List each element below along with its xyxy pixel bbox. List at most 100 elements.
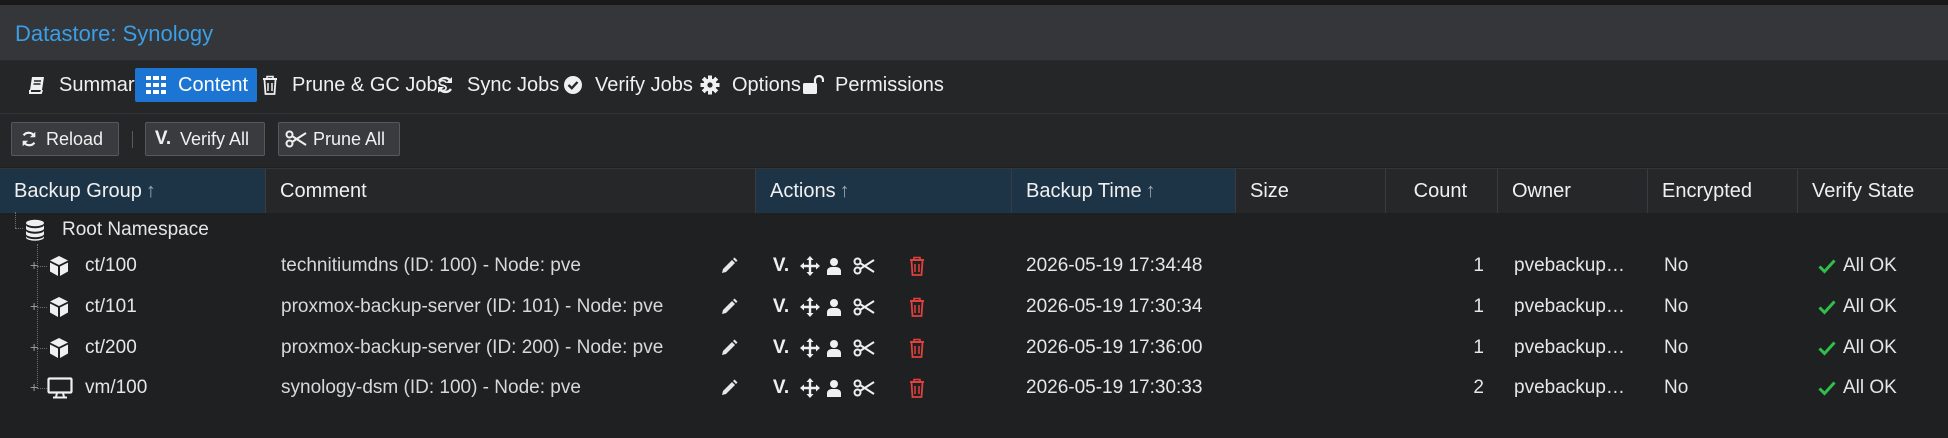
- change-owner-user-icon[interactable]: [823, 255, 845, 277]
- owner-value: pvebackup…: [1514, 296, 1625, 317]
- edit-comment-pencil-icon[interactable]: [718, 255, 740, 277]
- expand-plus-icon[interactable]: +: [30, 367, 38, 407]
- tree-connector: [37, 266, 47, 267]
- change-owner-user-icon[interactable]: [823, 337, 845, 359]
- database-icon: [24, 210, 46, 250]
- content-toolbar: Reload V. Verify All Prune All: [0, 114, 1948, 167]
- table-row[interactable]: + ct/200 proxmox-backup-server (ID: 200) -…: [0, 328, 1948, 368]
- check-icon: [1818, 246, 1836, 286]
- tab-prune-gc-jobs[interactable]: Prune & GC Jobs: [252, 68, 454, 102]
- move-icon[interactable]: [799, 337, 821, 359]
- sort-arrow-icon: ↑: [1145, 179, 1156, 202]
- page-title: Datastore: Synology: [15, 21, 214, 46]
- move-icon[interactable]: [799, 377, 821, 399]
- tab-bar: Summary Content Prune & GC Jobs Sync Job…: [0, 61, 1948, 114]
- owner-value: pvebackup…: [1514, 337, 1625, 358]
- tab-content[interactable]: Content: [135, 68, 258, 102]
- table-row[interactable]: + ct/101 proxmox-backup-server (ID: 101) -…: [0, 287, 1948, 327]
- verify-state-value: All OK: [1843, 255, 1897, 276]
- encrypted-value: No: [1664, 296, 1689, 317]
- toolbar-separator: [132, 131, 133, 148]
- prune-scissors-icon[interactable]: [853, 255, 875, 277]
- verify-all-label: Verify All: [180, 128, 250, 149]
- backup-group-name: vm/100: [85, 377, 148, 398]
- tab-label: Prune & GC Jobs: [292, 73, 448, 96]
- sort-arrow-icon: ↑: [145, 179, 156, 202]
- verify-all-button[interactable]: V. Verify All: [145, 122, 265, 156]
- verify-icon[interactable]: V.: [770, 377, 792, 399]
- edit-comment-pencil-icon[interactable]: [718, 337, 740, 359]
- expand-plus-icon[interactable]: +: [30, 245, 38, 285]
- edit-comment-pencil-icon[interactable]: [718, 377, 740, 399]
- move-icon[interactable]: [799, 255, 821, 277]
- column-verify-state[interactable]: Verify State: [1798, 169, 1948, 213]
- change-owner-user-icon[interactable]: [823, 296, 845, 318]
- tab-permissions[interactable]: Permissions: [795, 68, 950, 102]
- grid-header: Backup Group ↑ Comment Actions ↑ Backup Ti…: [0, 168, 1948, 213]
- prune-all-label: Prune All: [313, 128, 386, 149]
- check-icon: [1818, 287, 1836, 327]
- prune-all-button[interactable]: Prune All: [278, 122, 400, 156]
- edit-comment-pencil-icon[interactable]: [718, 296, 740, 318]
- trash-icon: [258, 74, 282, 96]
- tab-label: Verify Jobs: [595, 73, 693, 96]
- column-owner[interactable]: Owner: [1498, 169, 1648, 213]
- move-icon[interactable]: [799, 296, 821, 318]
- delete-trash-icon[interactable]: [906, 296, 928, 318]
- verify-icon[interactable]: V.: [770, 296, 792, 318]
- column-comment[interactable]: Comment: [266, 169, 756, 213]
- datastore-header: Datastore: Synology: [0, 5, 1948, 61]
- tab-sync-jobs[interactable]: Sync Jobs: [427, 68, 565, 102]
- book-icon: [25, 74, 49, 96]
- table-row[interactable]: + ct/100 technitiumdns (ID: 100) - Node: p…: [0, 246, 1948, 286]
- gear-icon: [698, 74, 722, 96]
- expand-plus-icon[interactable]: +: [30, 327, 38, 367]
- tab-label: Permissions: [835, 73, 944, 96]
- prune-scissors-icon[interactable]: [853, 337, 875, 359]
- delete-trash-icon[interactable]: [906, 377, 928, 399]
- backup-group-name: ct/200: [85, 337, 137, 358]
- comment-text: synology-dsm (ID: 100) - Node: pve: [281, 377, 581, 398]
- backup-time: 2026-05-19 17:36:00: [1026, 337, 1203, 358]
- container-icon: [47, 287, 71, 327]
- sync-icon: [18, 130, 40, 148]
- sync-icon: [433, 74, 457, 96]
- count-value: 1: [1473, 255, 1484, 276]
- table-row[interactable]: + vm/100 synology-dsm (ID: 100) - Node: pv…: [0, 368, 1948, 408]
- scissors-icon: [285, 130, 307, 148]
- change-owner-user-icon[interactable]: [823, 377, 845, 399]
- column-actions[interactable]: Actions ↑: [756, 169, 1012, 213]
- reload-button[interactable]: Reload: [11, 122, 119, 156]
- tab-label: Content: [178, 73, 249, 96]
- delete-trash-icon[interactable]: [906, 337, 928, 359]
- tab-options[interactable]: Options: [692, 68, 807, 102]
- container-icon: [47, 246, 71, 286]
- tab-verify-jobs[interactable]: Verify Jobs: [555, 68, 699, 102]
- grid-icon: [144, 74, 168, 96]
- count-value: 1: [1473, 337, 1484, 358]
- column-size[interactable]: Size: [1236, 169, 1386, 213]
- sort-arrow-icon: ↑: [839, 179, 850, 202]
- verify-state-value: All OK: [1843, 296, 1897, 317]
- prune-scissors-icon[interactable]: [853, 296, 875, 318]
- column-encrypted[interactable]: Encrypted: [1648, 169, 1798, 213]
- column-backup-time[interactable]: Backup Time ↑: [1012, 169, 1236, 213]
- verify-icon[interactable]: V.: [770, 337, 792, 359]
- expand-plus-icon[interactable]: +: [30, 286, 38, 326]
- delete-trash-icon[interactable]: [906, 255, 928, 277]
- namespace-row[interactable]: Root Namespace: [0, 210, 1948, 250]
- owner-value: pvebackup…: [1514, 255, 1625, 276]
- check-circle-icon: [561, 74, 585, 96]
- verify-icon: V.: [154, 128, 172, 149]
- prune-scissors-icon[interactable]: [853, 377, 875, 399]
- reload-label: Reload: [46, 128, 104, 149]
- tab-summary[interactable]: Summary: [17, 68, 153, 102]
- namespace-label: Root Namespace: [62, 219, 209, 240]
- comment-text: proxmox-backup-server (ID: 101) - Node: …: [281, 296, 664, 317]
- column-backup-group[interactable]: Backup Group ↑: [0, 169, 266, 213]
- column-count[interactable]: Count: [1386, 169, 1498, 213]
- backup-time: 2026-05-19 17:30:34: [1026, 296, 1203, 317]
- tree-connector: [37, 388, 47, 389]
- desktop-icon: [47, 368, 73, 408]
- verify-icon[interactable]: V.: [770, 255, 792, 277]
